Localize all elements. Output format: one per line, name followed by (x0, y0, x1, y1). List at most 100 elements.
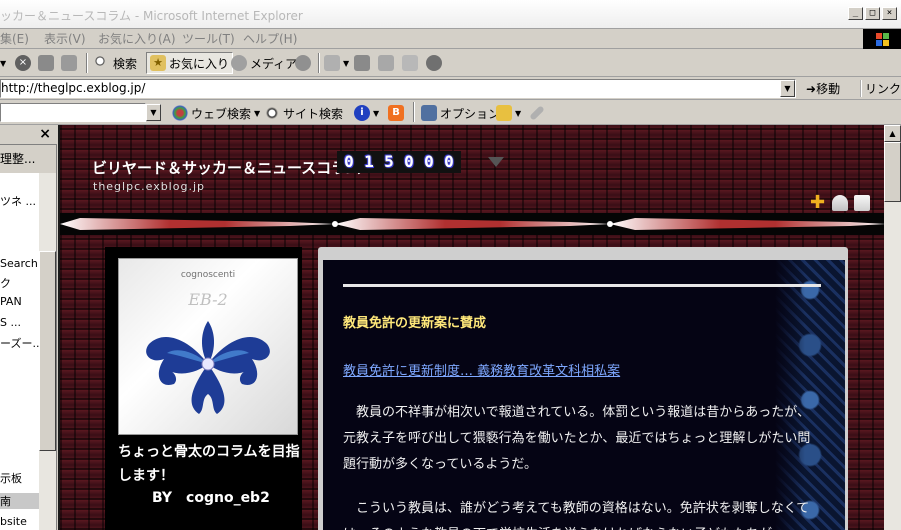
scroll-up-button[interactable]: ▲ (884, 125, 901, 142)
address-dropdown[interactable]: ▼ (780, 80, 795, 97)
edit-icon (378, 55, 394, 71)
search-button[interactable]: 検索 (94, 52, 137, 74)
address-bar: http://theglpc.exblog.jp/ ▼ ➜移動 リンク (0, 77, 901, 100)
info-icon: i (354, 105, 370, 121)
search-toolbar: ▼ ウェブ検索 ▼ サイト検索 i ▼ B オプション ▼ (0, 100, 901, 125)
counter-digit: 0 (404, 152, 414, 171)
blog-title[interactable]: ビリヤード＆サッカー＆ニュースコラム (92, 157, 361, 178)
menu-bar: 集(E) 表示(V) お気に入り(A) ツール(T) ヘルプ(H) (0, 29, 901, 50)
favorite-item[interactable]: PAN (0, 295, 22, 308)
history-button[interactable] (295, 52, 311, 74)
profile-description: ちょっと骨太のコラムを目指します！ (118, 444, 300, 484)
profile-author: BY cogno_eb2 (152, 490, 270, 506)
options-button[interactable]: オプション (421, 102, 500, 124)
mail-icon (324, 55, 340, 71)
sidebar-close-button[interactable]: × (39, 126, 51, 142)
highlight-icon (529, 105, 545, 121)
home-icon (61, 55, 77, 71)
blade-ornament (60, 218, 884, 230)
favorites-button[interactable]: ★ お気に入り (146, 52, 234, 74)
favorite-item[interactable]: S ... (0, 316, 21, 329)
menu-help[interactable]: ヘルプ(H) (243, 30, 297, 47)
add-icon[interactable]: ✚ (810, 194, 826, 212)
counter-digit: 1 (364, 152, 374, 171)
home-button[interactable] (61, 52, 77, 74)
highlight-button[interactable] (529, 102, 545, 124)
go-button[interactable]: ➜移動 (806, 80, 840, 97)
web-search-button[interactable]: ウェブ検索 ▼ (172, 102, 260, 124)
edit-button[interactable] (378, 52, 394, 74)
history-icon (295, 55, 311, 71)
discuss-button[interactable] (402, 52, 418, 74)
sidebar-scrollbar[interactable] (39, 173, 56, 530)
sidebar-header: × (0, 125, 57, 145)
title-bar: ッカー＆ニュースコラム - Microsoft Internet Explore… (0, 0, 901, 29)
blog-tool-icons: ✚ (810, 194, 870, 212)
page-scroll-thumb[interactable] (884, 142, 901, 202)
menu-view[interactable]: 表示(V) (44, 30, 86, 47)
post-source-link[interactable]: 教員免許に更新制度… 義務教育改革文科相私案 (343, 360, 620, 379)
favorite-item[interactable]: ク (0, 275, 11, 291)
blog-logo-image: cognoscenti EB-2 (146, 270, 270, 414)
blog-logo: cognoscenti EB-2 (118, 258, 298, 435)
ornamental-divider (60, 213, 884, 235)
search-dropdown[interactable]: ▼ (146, 104, 161, 121)
profile-icon[interactable] (832, 195, 848, 211)
blog-post: 教員免許の更新案に賛成 教員免許に更新制度… 義務教育改革文科相私案 教員の不祥… (323, 260, 845, 530)
go-label: 移動 (816, 82, 841, 96)
favorites-sidebar: × 理整... ツネ ... Search ク PAN S ... ーズー...… (0, 125, 57, 530)
folder-button[interactable]: ▼ (496, 102, 521, 124)
web-search-icon (172, 105, 188, 121)
stop-icon: × (15, 55, 31, 71)
organize-favorites-button[interactable]: 理整... (0, 150, 35, 167)
favorite-item[interactable]: 示板 (0, 470, 22, 486)
refresh-button[interactable] (38, 52, 54, 74)
stop-button[interactable]: × (15, 52, 31, 74)
counter-digit: 0 (344, 152, 354, 171)
logo-mark: EB-2 (187, 290, 227, 309)
rss-icon[interactable] (854, 195, 870, 211)
counter-digit: 0 (424, 152, 434, 171)
counter-digit: 0 (444, 152, 454, 171)
sidebar-scroll-thumb[interactable] (39, 251, 56, 451)
minimize-button[interactable]: _ (848, 7, 863, 20)
media-button[interactable]: メディア (231, 52, 297, 74)
favorite-item[interactable]: Search (0, 257, 38, 270)
page-scrollbar[interactable]: ▲ (884, 125, 901, 530)
toolbar-search-input[interactable] (0, 103, 146, 122)
media-label: メディア (250, 56, 298, 71)
links-button[interactable]: リンク (860, 80, 901, 97)
site-search-button[interactable]: サイト検索 (264, 102, 343, 124)
folder-icon (496, 105, 512, 121)
favorite-item[interactable]: ツネ ... (0, 193, 36, 209)
blogger-icon: B (388, 105, 404, 121)
messenger-button[interactable] (426, 52, 442, 74)
post-title[interactable]: 教員免許の更新案に賛成 (343, 312, 486, 331)
access-counter: 0 1 5 0 0 0 (337, 151, 461, 173)
info-button[interactable]: i ▼ (354, 102, 379, 124)
menu-edit[interactable]: 集(E) (0, 30, 29, 47)
address-input[interactable]: http://theglpc.exblog.jp/ (0, 79, 796, 98)
blogger-button[interactable]: B (388, 102, 404, 124)
favorite-item[interactable]: ーズー... (0, 335, 39, 351)
post-rule (343, 284, 821, 287)
menu-tools[interactable]: ツール(T) (182, 30, 235, 47)
menu-favorites[interactable]: お気に入り(A) (98, 30, 176, 47)
messenger-icon (426, 55, 442, 71)
back-dropdown[interactable]: ▼ (0, 52, 6, 74)
mail-button[interactable]: ▼ (324, 52, 349, 74)
favorites-list: ツネ ... Search ク PAN S ... ーズー... 示板 南 bs… (0, 173, 39, 530)
favorite-item-selected[interactable]: 南 (0, 493, 39, 509)
close-button[interactable]: × (882, 7, 897, 20)
site-search-label: サイト検索 (283, 106, 344, 121)
media-icon (231, 55, 247, 71)
favorites-label: お気に入り (169, 56, 230, 71)
counter-digit: 5 (384, 152, 394, 171)
maximize-button[interactable]: □ (865, 7, 880, 20)
toolbar-separator (318, 53, 320, 73)
favorite-item[interactable]: bsite (0, 515, 27, 528)
windows-logo (863, 29, 901, 50)
toolbar-separator (86, 53, 88, 73)
print-button[interactable] (354, 52, 370, 74)
toolbar-separator (413, 102, 415, 122)
